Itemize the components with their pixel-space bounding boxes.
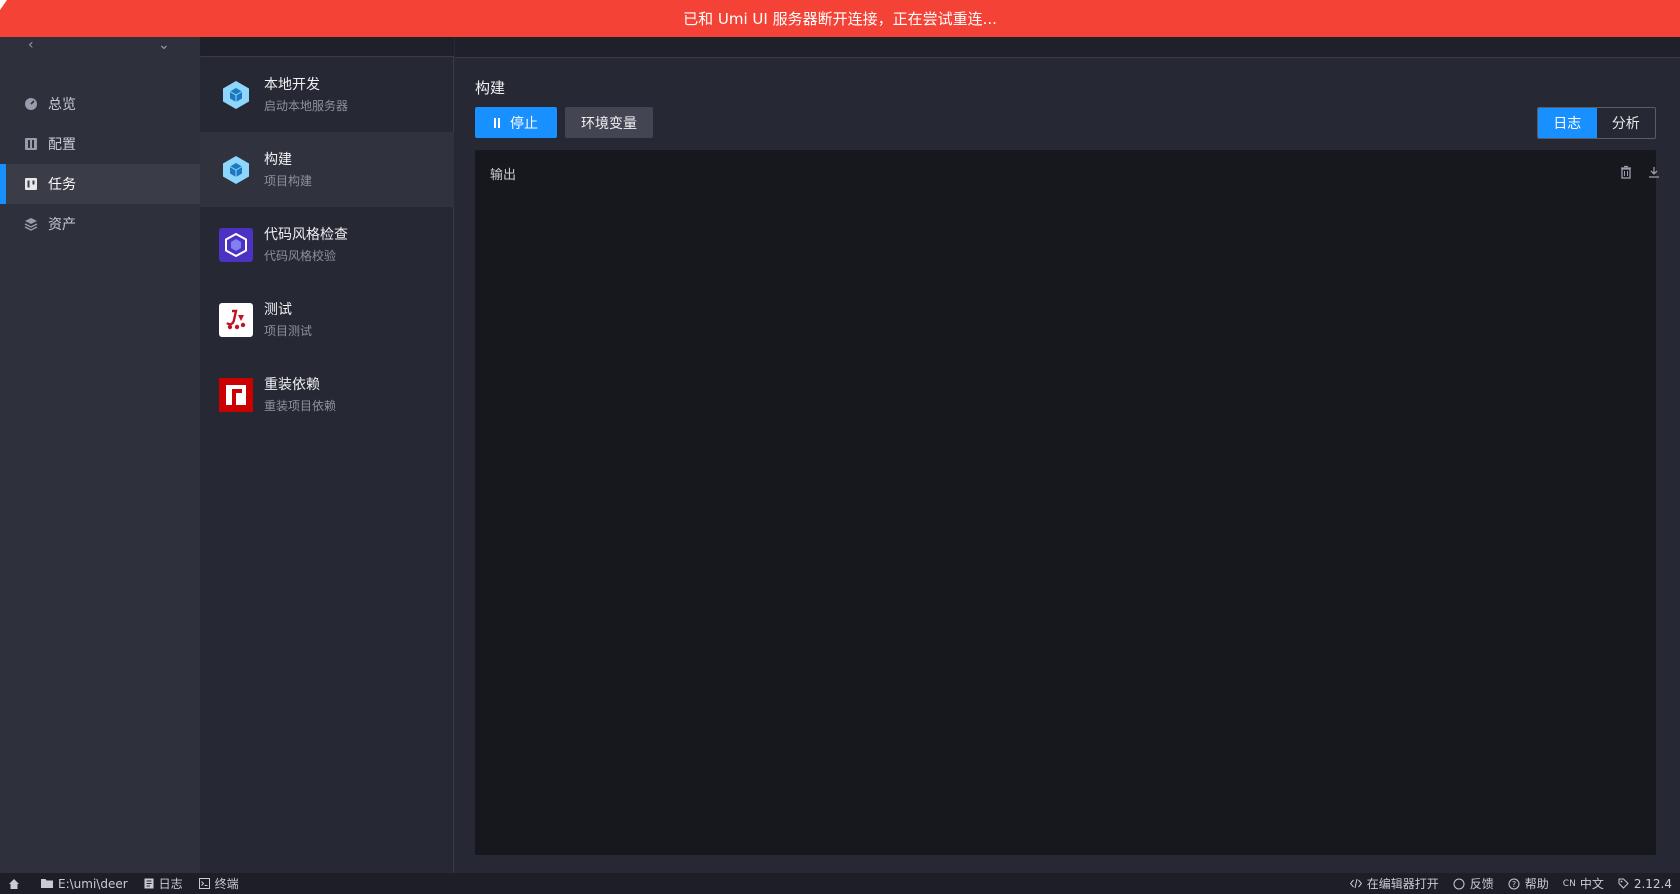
project-path[interactable]: E:\umi\deer: [41, 877, 128, 891]
task-item-reinstall[interactable]: 重装依赖 重装项目依赖: [200, 357, 454, 432]
nav-item-label: 任务: [48, 177, 76, 193]
nav-item-overview[interactable]: 总览: [0, 84, 200, 124]
terminal-toggle[interactable]: 终端: [198, 875, 239, 892]
home-icon[interactable]: [8, 878, 25, 890]
nav-item-assets[interactable]: 资产: [0, 204, 200, 244]
log-tab[interactable]: 日志: [1538, 108, 1597, 138]
left-nav: ‹ ⌄ 总览 配置 任务 资产: [0, 37, 200, 873]
webpack-icon: [219, 153, 253, 187]
task-board-icon: [24, 177, 38, 191]
task-subtitle: 启动本地服务器: [264, 98, 349, 113]
version-tag: 2.12.4: [1618, 877, 1672, 891]
log-label: 日志: [158, 877, 183, 891]
lang-code: CN: [1562, 878, 1576, 889]
task-item-test[interactable]: 测试 项目测试: [200, 282, 454, 357]
banner-message: 已和 Umi UI 服务器断开连接，正在尝试重连...: [683, 10, 997, 28]
webpack-icon: [219, 78, 253, 112]
output-console[interactable]: 输出: [475, 150, 1659, 855]
terminal-icon: [198, 878, 210, 889]
nav-item-label: 配置: [48, 137, 76, 153]
help-icon: ?: [1508, 878, 1520, 889]
task-title: 测试: [264, 301, 292, 318]
download-icon[interactable]: [1647, 164, 1661, 178]
npm-icon: [219, 377, 253, 412]
help-label: 帮助: [1524, 877, 1549, 891]
feedback-link[interactable]: 反馈: [1453, 875, 1494, 892]
tag-icon: [1618, 878, 1629, 889]
stop-button-label: 停止: [510, 115, 538, 132]
task-item-dev[interactable]: 本地开发 启动本地服务器: [200, 57, 454, 132]
clear-log-trash-icon[interactable]: [1619, 164, 1633, 179]
log-icon: [144, 878, 154, 889]
stop-button[interactable]: 停止: [475, 107, 557, 138]
language-switch[interactable]: CN 中文: [1563, 875, 1604, 892]
task-subtitle: 项目构建: [264, 173, 313, 188]
main-header: [455, 37, 1680, 58]
help-link[interactable]: ? 帮助: [1508, 875, 1549, 892]
output-title: 输出: [490, 168, 517, 183]
layers-icon: [24, 217, 38, 231]
svg-text:?: ?: [1512, 880, 1516, 889]
version-label: 2.12.4: [1633, 876, 1672, 891]
mouse-cursor: [0, 0, 7, 10]
task-item-build[interactable]: 构建 项目构建: [200, 132, 454, 207]
task-subtitle: 重装项目依赖: [264, 398, 337, 413]
task-detail-main: 构建 停止 环境变量 日志 分析 输出: [455, 37, 1680, 873]
task-list-panel: 本地开发 启动本地服务器 构建 项目构建 代码风格检查 代码风格校验 测试 项目…: [200, 37, 454, 873]
connection-lost-banner: 已和 Umi UI 服务器断开连接，正在尝试重连...: [0, 0, 1680, 37]
path-text: E:\umi\deer: [58, 876, 128, 891]
open-in-editor[interactable]: 在编辑器打开: [1349, 875, 1439, 892]
task-panel-header: [200, 37, 454, 57]
folder-icon: [41, 879, 53, 888]
lang-label: 中文: [1579, 877, 1604, 891]
task-title: 重装依赖: [264, 376, 320, 393]
jest-icon: [219, 302, 253, 337]
back-chevron-icon[interactable]: ‹: [28, 37, 34, 53]
status-bar: E:\umi\deer 日志 终端 在编辑器打开 反馈 ? 帮助 CN 中文 2…: [0, 873, 1680, 894]
open-editor-label: 在编辑器打开: [1366, 877, 1439, 891]
task-title: 代码风格检查: [264, 226, 348, 243]
task-subtitle: 项目测试: [264, 323, 313, 338]
task-item-lint[interactable]: 代码风格检查 代码风格校验: [200, 207, 454, 282]
project-dropdown-icon[interactable]: ⌄: [158, 37, 170, 53]
nav-item-config[interactable]: 配置: [0, 124, 200, 164]
task-title: 构建: [264, 151, 292, 168]
analyze-tab[interactable]: 分析: [1597, 108, 1656, 138]
dashboard-icon: [24, 97, 38, 111]
code-icon: [1349, 878, 1362, 889]
env-button-label: 环境变量: [581, 115, 637, 132]
log-toggle[interactable]: 日志: [144, 875, 183, 892]
page-title: 构建: [475, 79, 506, 97]
nav-item-label: 资产: [48, 217, 76, 233]
task-title: 本地开发: [264, 76, 320, 93]
view-toggle: 日志 分析: [1537, 107, 1656, 139]
feedback-label: 反馈: [1469, 877, 1494, 891]
pause-icon: [494, 117, 500, 128]
nav-item-tasks[interactable]: 任务: [0, 164, 200, 204]
terminal-label: 终端: [214, 877, 239, 891]
feedback-icon: [1453, 878, 1465, 889]
config-icon: [24, 137, 38, 151]
env-variables-button[interactable]: 环境变量: [565, 107, 653, 138]
task-subtitle: 代码风格校验: [264, 248, 337, 263]
nav-item-label: 总览: [48, 97, 76, 113]
eslint-icon: [219, 227, 253, 262]
